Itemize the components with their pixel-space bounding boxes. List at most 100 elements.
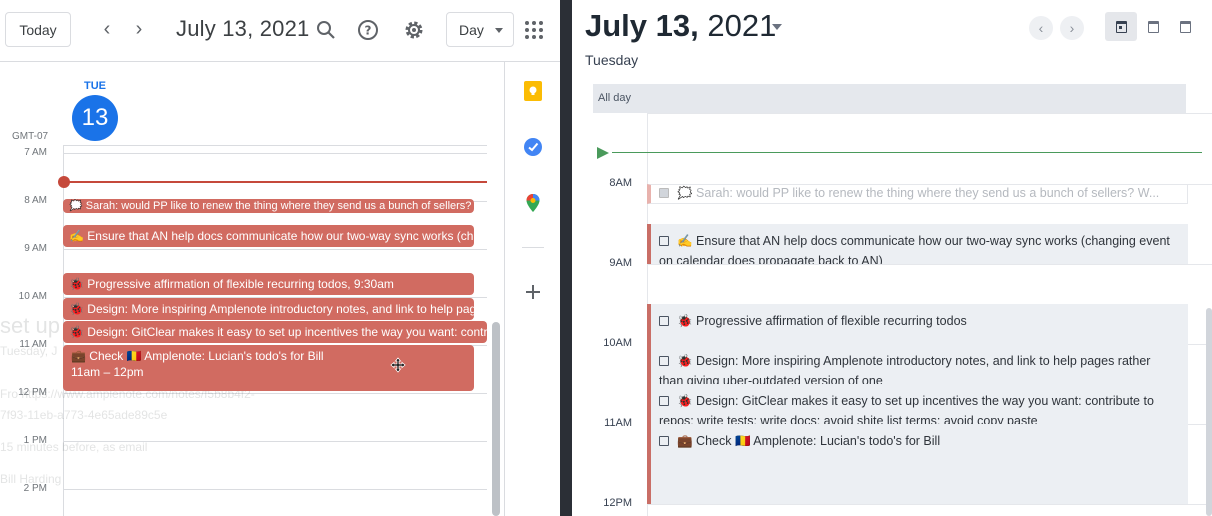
hour-label: 11AM <box>604 417 632 429</box>
grid-line <box>63 249 487 250</box>
checkbox[interactable] <box>659 236 669 246</box>
calendar-event[interactable]: 🐞 Design: GitClear makes it easy to set … <box>63 321 487 343</box>
caret-down-icon <box>495 28 503 33</box>
day-number[interactable]: 13 <box>72 95 118 141</box>
calendar-toolbar: Today ‹ › July 13, 2021 ? Day <box>0 0 560 62</box>
help-icon[interactable]: ? <box>356 18 380 42</box>
hour-label: 10AM <box>603 337 632 349</box>
event-title: Check 🇷🇴 Amplenote: Lucian's todo's for … <box>89 349 324 363</box>
grid-line <box>63 153 487 154</box>
task-text: 💼 Check 🇷🇴 Amplenote: Lucian's todo's fo… <box>677 434 941 448</box>
timezone-label: GMT-07 <box>12 131 49 142</box>
view-switcher <box>1105 12 1201 41</box>
task-item[interactable]: 🐞 Progressive affirmation of flexible re… <box>647 304 1188 344</box>
event-emoji: 🗯️ <box>69 200 83 212</box>
title-date: July 13, <box>585 8 699 43</box>
scrollbar[interactable] <box>1206 308 1212 516</box>
calendar-event[interactable]: 🗯️ Sarah: would PP like to renew the thi… <box>63 199 474 213</box>
grid-line <box>63 489 487 490</box>
google-calendar-pane: Today ‹ › July 13, 2021 ? Day TUE 13 GMT… <box>0 0 560 516</box>
view-select[interactable]: Day <box>446 12 514 47</box>
calendar-event[interactable]: ✍️ Ensure that AN help docs communicate … <box>63 225 474 247</box>
plus-icon[interactable] <box>522 281 544 303</box>
event-time: 11am – 12pm <box>71 365 144 379</box>
hour-label: 2 PM <box>23 483 47 494</box>
tasks-icon[interactable] <box>522 136 544 158</box>
amplenote-calendar-pane: July 13, 2021 Tuesday ‹ › All day 8AM 9A… <box>572 0 1212 516</box>
event-title: Sarah: would PP like to renew the thing … <box>85 200 474 212</box>
view-select-value: Day <box>459 21 484 38</box>
task-item[interactable]: ✍️ Ensure that AN help docs communicate … <box>647 224 1188 264</box>
calendar-day-icon <box>1115 20 1127 33</box>
hour-label: 11 AM <box>19 339 47 350</box>
event-emoji: 🐞 <box>69 277 84 291</box>
calendar-month-icon <box>1179 20 1191 33</box>
event-title: Ensure that AN help docs communicate how… <box>87 229 474 243</box>
month-view-button[interactable] <box>1169 12 1201 41</box>
maps-icon[interactable] <box>522 192 544 214</box>
event-emoji: 🐞 <box>69 302 84 316</box>
calendar-event[interactable]: 🐞 Design: More inspiring Amplenote intro… <box>63 298 474 320</box>
checkbox-checked[interactable] <box>659 188 669 198</box>
checkbox[interactable] <box>659 436 669 446</box>
gear-icon[interactable] <box>402 18 426 42</box>
event-title: Progressive affirmation of flexible recu… <box>87 277 394 291</box>
day-of-week: TUE <box>84 80 106 92</box>
checkbox[interactable] <box>659 316 669 326</box>
hour-label: 1 PM <box>23 435 47 446</box>
weekday-label: Tuesday <box>585 52 639 68</box>
all-day-row[interactable]: All day <box>593 84 1186 113</box>
checkbox[interactable] <box>659 396 669 406</box>
event-title: Design: More inspiring Amplenote introdu… <box>87 302 474 316</box>
calendar-week-icon <box>1147 20 1159 33</box>
task-item[interactable]: 🐞 Design: GitClear makes it easy to set … <box>647 384 1188 424</box>
caret-down-icon[interactable] <box>772 24 782 30</box>
hour-label: 8AM <box>609 177 632 189</box>
chevron-left-icon[interactable]: ‹ <box>97 18 117 42</box>
grid-line <box>647 504 1212 505</box>
grid-line <box>63 441 487 442</box>
hour-label: 12PM <box>603 497 632 509</box>
current-time-arrow-icon <box>597 147 609 159</box>
event-title: Design: GitClear makes it easy to set up… <box>87 325 487 339</box>
task-item-done[interactable]: 🗯️ Sarah: would PP like to renew the thi… <box>647 184 1188 204</box>
task-item[interactable]: 💼 Check 🇷🇴 Amplenote: Lucian's todo's fo… <box>647 424 1188 504</box>
day-view-button[interactable] <box>1105 12 1137 41</box>
event-emoji: ✍️ <box>69 229 84 243</box>
grid-line <box>63 393 487 394</box>
task-item[interactable]: 🐞 Design: More inspiring Amplenote intro… <box>647 344 1188 384</box>
calendar-event-selected[interactable]: 💼 Check 🇷🇴 Amplenote: Lucian's todo's fo… <box>63 345 474 391</box>
scrollbar[interactable] <box>492 322 500 516</box>
chevron-right-icon[interactable]: › <box>129 18 149 42</box>
current-time-line <box>612 152 1202 153</box>
ghost-link-2: 7f93-11eb-a773-4e65ade89c5e <box>0 408 168 422</box>
keep-icon[interactable] <box>522 80 544 102</box>
task-text: ✍️ Ensure that AN help docs communicate … <box>659 234 1170 264</box>
apps-grid-icon[interactable] <box>525 21 543 39</box>
task-text: 🐞 Progressive affirmation of flexible re… <box>677 314 967 328</box>
chevron-left-icon[interactable]: ‹ <box>1029 16 1053 40</box>
calendar-event[interactable]: 🐞 Progressive affirmation of flexible re… <box>63 273 474 295</box>
window-divider <box>560 0 572 516</box>
svg-text:?: ? <box>365 24 372 38</box>
calendar-date-title: July 13, 2021 <box>176 16 310 41</box>
title-year: 2021 <box>698 8 777 43</box>
grid-line <box>647 264 1212 265</box>
hour-label: 10 AM <box>18 291 47 302</box>
search-icon[interactable] <box>314 18 338 42</box>
move-cursor-icon <box>390 357 406 373</box>
week-view-button[interactable] <box>1137 12 1169 41</box>
ghost-title: set up <box>0 313 60 338</box>
task-text: 🐞 Design: More inspiring Amplenote intro… <box>659 354 1151 384</box>
grid-line <box>63 145 487 146</box>
hour-label: 12 PM <box>18 387 47 398</box>
hour-label: 9AM <box>609 257 632 269</box>
task-text: 🐞 Design: GitClear makes it easy to set … <box>659 394 1154 424</box>
chevron-right-icon[interactable]: › <box>1060 16 1084 40</box>
event-emoji: 💼 <box>71 349 86 363</box>
hour-label: 9 AM <box>24 243 47 254</box>
checkbox[interactable] <box>659 356 669 366</box>
hour-label: 8 AM <box>24 195 47 206</box>
today-button[interactable]: Today <box>5 12 71 47</box>
hour-label: 7 AM <box>24 147 47 158</box>
